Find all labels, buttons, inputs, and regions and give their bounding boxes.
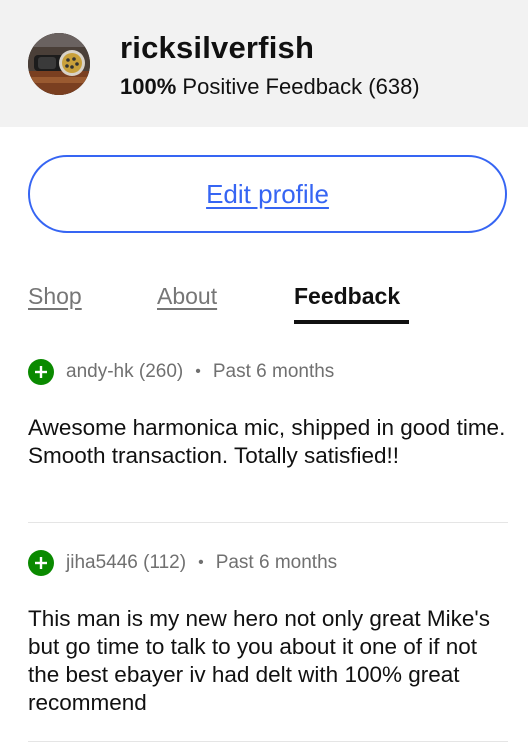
feedback-item: andy-hk (260) • Past 6 months Awesome ha… xyxy=(28,358,508,470)
feedback-user[interactable]: andy-hk (260) xyxy=(66,361,183,383)
feedback-summary: 100% Positive Feedback (638) xyxy=(120,74,420,100)
feedback-period: Past 6 months xyxy=(212,361,335,382)
divider xyxy=(28,741,508,742)
feedback-label: Positive Feedback (638) xyxy=(182,74,420,99)
tab-feedback[interactable]: Feedback xyxy=(294,283,400,310)
active-tab-indicator xyxy=(294,320,409,324)
seller-name[interactable]: ricksilverfish xyxy=(120,30,314,66)
positive-plus-icon xyxy=(28,550,54,576)
tab-about[interactable]: About xyxy=(157,283,217,310)
harmonica-mic-image xyxy=(28,33,90,95)
feedback-meta: andy-hk (260) • Past 6 months xyxy=(28,358,508,386)
meta-separator: • xyxy=(198,554,204,571)
feedback-comment: Awesome harmonica mic, shipped in good t… xyxy=(28,415,506,468)
feedback-user[interactable]: jiha5446 (112) xyxy=(66,552,186,574)
feedback-item: jiha5446 (112) • Past 6 months This man … xyxy=(28,549,508,717)
tab-shop[interactable]: Shop xyxy=(28,283,82,310)
positive-plus-icon xyxy=(28,359,54,385)
divider xyxy=(28,522,508,523)
seller-header: ricksilverfish 100% Positive Feedback (6… xyxy=(0,0,528,127)
feedback-comment: This man is my new hero not only great M… xyxy=(28,606,490,715)
feedback-meta: jiha5446 (112) • Past 6 months xyxy=(28,549,508,577)
feedback-period: Past 6 months xyxy=(215,552,338,573)
edit-profile-label: Edit profile xyxy=(206,178,329,209)
feedback-percent: 100% xyxy=(120,74,177,99)
edit-profile-button[interactable]: Edit profile xyxy=(28,155,507,233)
seller-avatar[interactable] xyxy=(28,33,90,95)
meta-separator: • xyxy=(195,363,201,380)
